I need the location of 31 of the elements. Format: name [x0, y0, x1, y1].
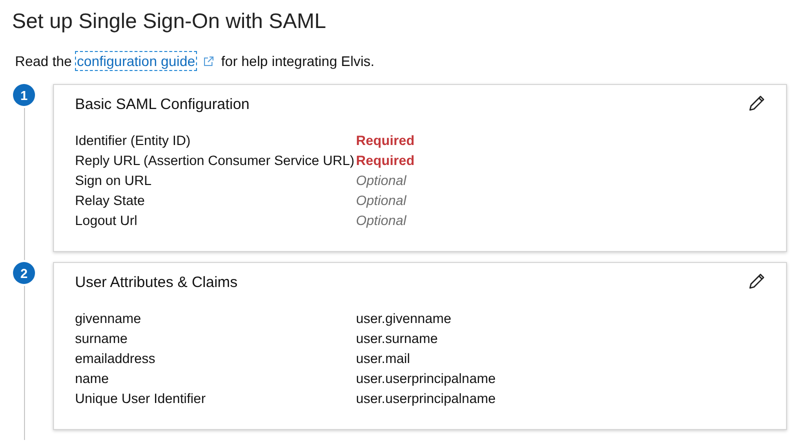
edit-icon[interactable]	[748, 272, 766, 290]
field-value: Optional	[356, 212, 408, 230]
page-title: Set up Single Sign-On with SAML	[12, 9, 327, 35]
field-value: user.userprincipalname	[356, 390, 497, 408]
external-link-icon	[203, 56, 214, 66]
field-label: Relay State	[75, 192, 146, 210]
intro-text: Read the	[15, 52, 72, 70]
field-value: Optional	[356, 172, 408, 190]
field-label: name	[75, 370, 110, 388]
step-number: 2	[13, 262, 35, 284]
field-value: Optional	[356, 192, 408, 210]
field-label: emailaddress	[75, 350, 156, 368]
field-label: Logout Url	[75, 212, 138, 230]
field-label: Reply URL (Assertion Consumer Service URL)	[75, 152, 356, 170]
section-title: User Attributes & Claims	[75, 273, 238, 293]
field-value: user.userprincipalname	[356, 370, 497, 388]
field-value: user.surname	[356, 330, 439, 348]
configuration-guide-link[interactable]: configuration guide	[76, 52, 196, 70]
intro-text: for help integrating Elvis.	[221, 52, 374, 70]
field-value: user.givenname	[356, 310, 452, 328]
edit-icon[interactable]	[748, 94, 766, 112]
field-value: user.mail	[356, 350, 412, 368]
field-label: Identifier (Entity ID)	[75, 132, 192, 150]
field-label: Sign on URL	[75, 172, 153, 190]
field-label: surname	[75, 330, 129, 348]
field-value: Required	[356, 152, 416, 170]
field-label: givenname	[75, 310, 142, 328]
field-label: Unique User Identifier	[75, 390, 207, 408]
step-number: 1	[13, 84, 35, 106]
section-title: Basic SAML Configuration	[75, 95, 250, 115]
field-value: Required	[356, 132, 416, 150]
